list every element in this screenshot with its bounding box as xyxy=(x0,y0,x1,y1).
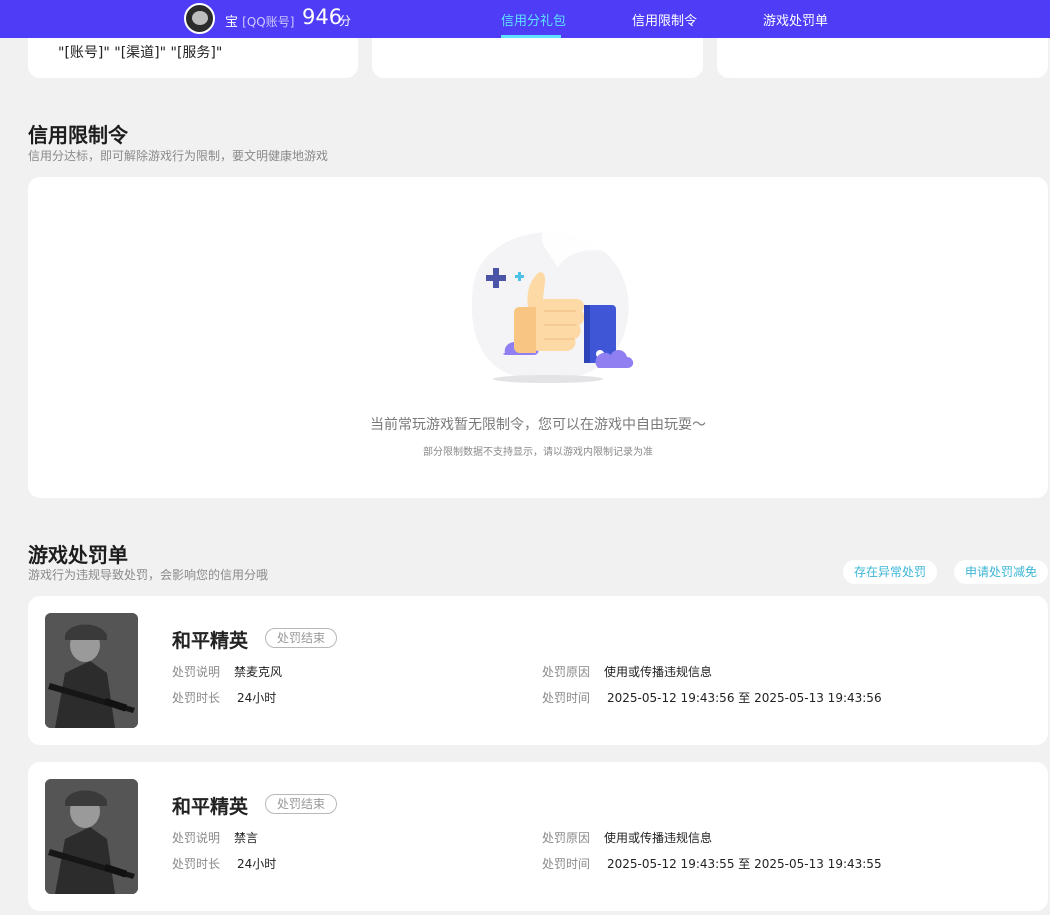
user-name-text: 宝 xyxy=(225,15,239,30)
desc-label: 处罚说明 xyxy=(172,831,221,845)
credit-score: 946 xyxy=(302,5,343,29)
time-value: 2025-05-12 19:43:56 至 2025-05-13 19:43:5… xyxy=(607,689,882,706)
time-sep: 至 xyxy=(738,857,751,871)
soldier-image xyxy=(45,779,138,894)
reason-label: 处罚原因 xyxy=(542,831,591,845)
avatar[interactable] xyxy=(184,3,215,34)
duration-label: 处罚时长 xyxy=(172,691,221,705)
game-name: 和平精英 xyxy=(172,796,249,818)
time-end: 2025-05-13 19:43:56 xyxy=(754,691,882,705)
desc-value: 禁麦克风 xyxy=(234,665,283,679)
tab-game-penalty[interactable]: 游戏处罚单 xyxy=(763,10,828,29)
restriction-empty-card: 当前常玩游戏暂无限制令，您可以在游戏中自由玩耍～ 部分限制数据不支持显示，请以游… xyxy=(28,177,1048,498)
restriction-subtitle: 信用分达标，即可解除游戏行为限制，要文明健康地游戏 xyxy=(28,149,329,163)
tab-credit-gift[interactable]: 信用分礼包 xyxy=(501,10,566,29)
time-label: 处罚时间 xyxy=(542,691,591,705)
time-label: 处罚时间 xyxy=(542,857,591,871)
top-card-text: "[账号]" "[渠道]" "[服务]" xyxy=(58,45,223,61)
duration-label: 处罚时长 xyxy=(172,857,221,871)
time-end: 2025-05-13 19:43:55 xyxy=(754,857,882,871)
apply-reduction-button[interactable]: 申请处罚减免 xyxy=(954,560,1048,584)
top-nav-bar: 宝 [QQ账号] 946 分 信用分礼包 信用限制令 游戏处罚单 xyxy=(0,0,1050,38)
empty-note: 部分限制数据不支持显示，请以游戏内限制记录为准 xyxy=(423,447,653,458)
penalty-card: 和平精英 处罚结束 处罚说明 禁言 处罚原因 使用或传播违规信息 处罚时长 24… xyxy=(28,762,1048,911)
duration-value: 24小时 xyxy=(237,857,277,871)
time-start: 2025-05-12 19:43:56 xyxy=(607,691,735,705)
soldier-image xyxy=(45,613,138,728)
time-value: 2025-05-12 19:43:55 至 2025-05-13 19:43:5… xyxy=(607,855,882,872)
time-sep: 至 xyxy=(738,691,751,705)
tab-credit-restriction[interactable]: 信用限制令 xyxy=(632,10,697,29)
account-type: [QQ账号] xyxy=(242,15,295,29)
empty-message: 当前常玩游戏暂无限制令，您可以在游戏中自由玩耍～ xyxy=(370,417,706,433)
game-thumbnail xyxy=(45,613,138,728)
reason-value: 使用或传播违规信息 xyxy=(604,831,713,845)
desc-label: 处罚说明 xyxy=(172,665,221,679)
user-name: 宝 [QQ账号] xyxy=(225,11,294,30)
active-tab-indicator xyxy=(501,35,561,38)
reason-value: 使用或传播违规信息 xyxy=(604,665,713,679)
desc-value: 禁言 xyxy=(234,831,259,845)
reason-label: 处罚原因 xyxy=(542,665,591,679)
score-unit: 分 xyxy=(339,14,352,28)
status-badge: 处罚结束 xyxy=(265,628,338,648)
duration-value: 24小时 xyxy=(237,691,277,705)
penalty-title: 游戏处罚单 xyxy=(28,543,128,567)
restriction-title: 信用限制令 xyxy=(28,123,128,147)
penalty-subtitle: 游戏行为违规导致处罚，会影响您的信用分哦 xyxy=(28,568,269,582)
penalty-card: 和平精英 处罚结束 处罚说明 禁麦克风 处罚原因 使用或传播违规信息 处罚时长 … xyxy=(28,596,1048,745)
game-thumbnail xyxy=(45,779,138,894)
thumbs-up-illustration xyxy=(471,230,634,383)
abnormal-penalty-button[interactable]: 存在异常处罚 xyxy=(843,560,937,584)
game-name: 和平精英 xyxy=(172,630,249,652)
status-badge: 处罚结束 xyxy=(265,794,338,814)
time-start: 2025-05-12 19:43:55 xyxy=(607,857,735,871)
